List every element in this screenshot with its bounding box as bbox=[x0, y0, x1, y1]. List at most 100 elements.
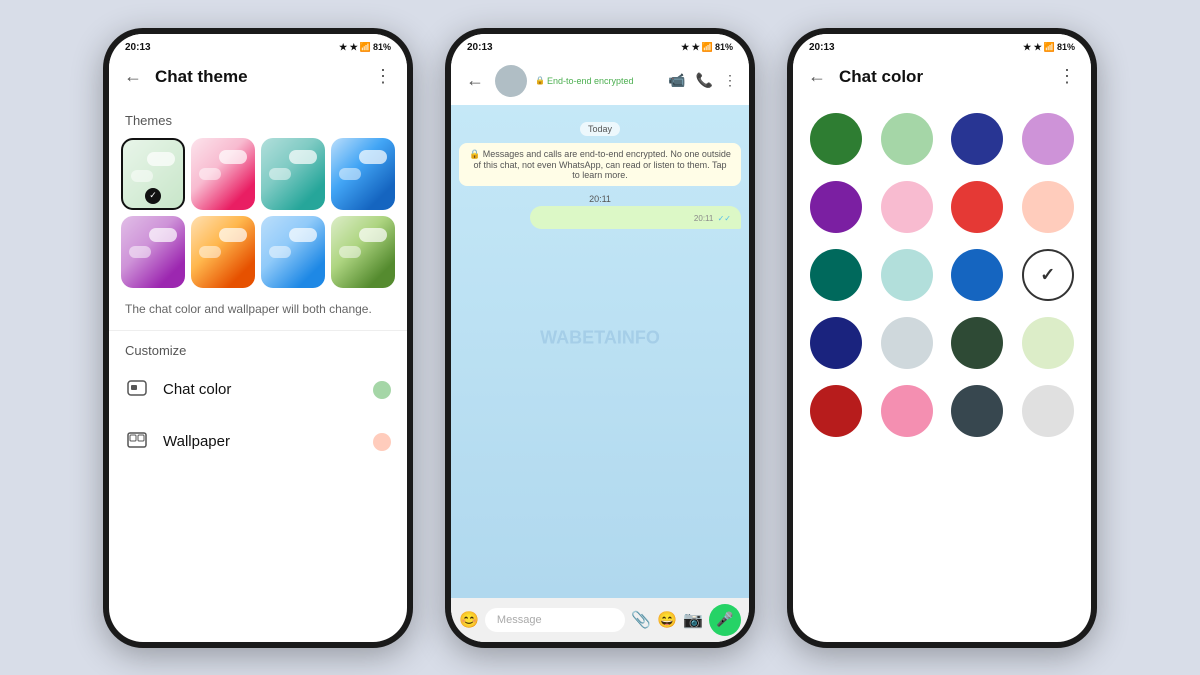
msg-time-1: 20:11 bbox=[459, 194, 741, 204]
theme-bubble-6 bbox=[219, 228, 247, 242]
app-bar-1: ← Chat theme ⋮ bbox=[109, 57, 407, 97]
wifi-icon-2: 📶 bbox=[702, 42, 713, 53]
themes-grid bbox=[109, 134, 407, 292]
chat-header-icons: 📹 📞 ⋮ bbox=[668, 72, 737, 89]
tick-icon: ✓✓ bbox=[718, 214, 731, 223]
input-placeholder: Message bbox=[497, 614, 542, 626]
mic-button[interactable]: 🎤 bbox=[709, 604, 741, 636]
sticker-icon[interactable]: 😄 bbox=[657, 610, 677, 630]
chat-color-label: Chat color bbox=[163, 381, 359, 398]
screen-title-1: Chat theme bbox=[155, 67, 361, 87]
lock-icon: 🔒 bbox=[535, 76, 545, 85]
theme-item-8[interactable] bbox=[331, 216, 395, 288]
customize-label: Customize bbox=[109, 335, 407, 364]
color-dark-green[interactable] bbox=[951, 317, 1003, 369]
phone-3-screen: 20:13 ★ ★ 📶 81% ← Chat color ⋮ bbox=[793, 34, 1091, 642]
theme-bubble2-5 bbox=[129, 246, 151, 258]
theme-bubble-3 bbox=[289, 150, 317, 164]
color-navy[interactable] bbox=[810, 317, 862, 369]
color-dark-blue[interactable] bbox=[951, 113, 1003, 165]
back-button-1[interactable]: ← bbox=[121, 65, 145, 89]
color-teal[interactable] bbox=[810, 249, 862, 301]
more-icon-chat[interactable]: ⋮ bbox=[723, 72, 737, 89]
color-mint[interactable] bbox=[881, 249, 933, 301]
color-green[interactable] bbox=[810, 113, 862, 165]
status-bar-2: 20:13 ★ ★ 📶 81% bbox=[451, 34, 749, 57]
chat-avatar bbox=[495, 65, 527, 97]
theme-item-6[interactable] bbox=[191, 216, 255, 288]
theme-bubble-4 bbox=[359, 150, 387, 164]
back-button-2[interactable]: ← bbox=[463, 69, 487, 93]
screen-1-content: Themes bbox=[109, 97, 407, 642]
app-bar-3: ← Chat color ⋮ bbox=[793, 57, 1091, 97]
color-peach[interactable] bbox=[1022, 181, 1074, 233]
color-light-green[interactable] bbox=[881, 113, 933, 165]
wallpaper-preview bbox=[373, 433, 391, 451]
more-button-3[interactable]: ⋮ bbox=[1055, 65, 1079, 89]
theme-bubble2-4 bbox=[339, 168, 361, 180]
chat-color-preview bbox=[373, 381, 391, 399]
battery-1: 81% bbox=[373, 42, 391, 52]
theme-item-4[interactable] bbox=[331, 138, 395, 210]
status-icons-2: ★ ★ 📶 81% bbox=[681, 42, 733, 53]
theme-item-5[interactable] bbox=[121, 216, 185, 288]
attachment-icon[interactable]: 📎 bbox=[631, 610, 651, 630]
theme-item-7[interactable] bbox=[261, 216, 325, 288]
theme-bubble-1 bbox=[147, 152, 175, 166]
wallpaper-item[interactable]: Wallpaper bbox=[109, 416, 407, 468]
chat-input-bar: 😊 Message 📎 😄 📷 🎤 bbox=[451, 598, 749, 642]
theme-item-3[interactable] bbox=[261, 138, 325, 210]
theme-bubble2-3 bbox=[269, 168, 291, 180]
theme-item-2[interactable] bbox=[191, 138, 255, 210]
msg-sent-time: 20:11 ✓✓ bbox=[540, 214, 732, 223]
phone-1-screen: 20:13 ★ ★ 📶 81% ← Chat theme ⋮ Themes bbox=[109, 34, 407, 642]
color-pink-light[interactable] bbox=[881, 181, 933, 233]
theme-bubble2-7 bbox=[269, 246, 291, 258]
status-bar-3: 20:13 ★ ★ 📶 81% bbox=[793, 34, 1091, 57]
divider-1 bbox=[109, 330, 407, 331]
color-white-selected[interactable] bbox=[1022, 249, 1074, 301]
theme-bubble-5 bbox=[149, 228, 177, 242]
color-coral[interactable] bbox=[951, 181, 1003, 233]
date-badge: Today bbox=[459, 119, 741, 137]
color-light-gray[interactable] bbox=[1022, 385, 1074, 437]
video-icon[interactable]: 📹 bbox=[668, 72, 685, 89]
time-3: 20:13 bbox=[809, 42, 835, 53]
signal-icon-2: ★ ★ bbox=[681, 42, 700, 53]
theme-bubble-2 bbox=[219, 150, 247, 164]
status-icons-1: ★ ★ 📶 81% bbox=[339, 42, 391, 53]
theme-bubble2-6 bbox=[199, 246, 221, 258]
wifi-icon: 📶 bbox=[360, 42, 371, 53]
chat-title-area: 🔒 End-to-end encrypted bbox=[535, 76, 660, 86]
screen-title-3: Chat color bbox=[839, 67, 1045, 87]
theme-bubble2-8 bbox=[339, 246, 361, 258]
encryption-notice[interactable]: 🔒 Messages and calls are end-to-end encr… bbox=[459, 143, 741, 186]
themes-section-label: Themes bbox=[109, 105, 407, 134]
chat-color-item[interactable]: Chat color bbox=[109, 364, 407, 416]
encryption-status: 🔒 End-to-end encrypted bbox=[535, 76, 660, 86]
theme-item-1[interactable] bbox=[121, 138, 185, 210]
phone-2: 20:13 ★ ★ 📶 81% ← 🔒 End-to-end encrypted… bbox=[445, 28, 755, 648]
signal-icon: ★ ★ bbox=[339, 42, 358, 53]
chat-input[interactable]: Message bbox=[485, 608, 625, 632]
color-dark-gray[interactable] bbox=[951, 385, 1003, 437]
back-button-3[interactable]: ← bbox=[805, 65, 829, 89]
chat-messages: Today 🔒 Messages and calls are end-to-en… bbox=[451, 105, 749, 598]
color-purple[interactable] bbox=[810, 181, 862, 233]
theme-bubble-7 bbox=[289, 228, 317, 242]
battery-3: 81% bbox=[1057, 42, 1075, 52]
camera-icon[interactable]: 📷 bbox=[683, 610, 703, 630]
color-pale-green[interactable] bbox=[1022, 317, 1074, 369]
more-button-1[interactable]: ⋮ bbox=[371, 65, 395, 89]
color-blue[interactable] bbox=[951, 249, 1003, 301]
color-dark-red[interactable] bbox=[810, 385, 862, 437]
battery-2: 81% bbox=[715, 42, 733, 52]
wallpaper-icon bbox=[125, 430, 149, 454]
color-lavender[interactable] bbox=[1022, 113, 1074, 165]
status-bar-1: 20:13 ★ ★ 📶 81% bbox=[109, 34, 407, 57]
wallpaper-label: Wallpaper bbox=[163, 433, 359, 450]
call-icon[interactable]: 📞 bbox=[696, 72, 713, 89]
color-light-blue-gray[interactable] bbox=[881, 317, 933, 369]
emoji-icon[interactable]: 😊 bbox=[459, 610, 479, 630]
color-light-pink[interactable] bbox=[881, 385, 933, 437]
